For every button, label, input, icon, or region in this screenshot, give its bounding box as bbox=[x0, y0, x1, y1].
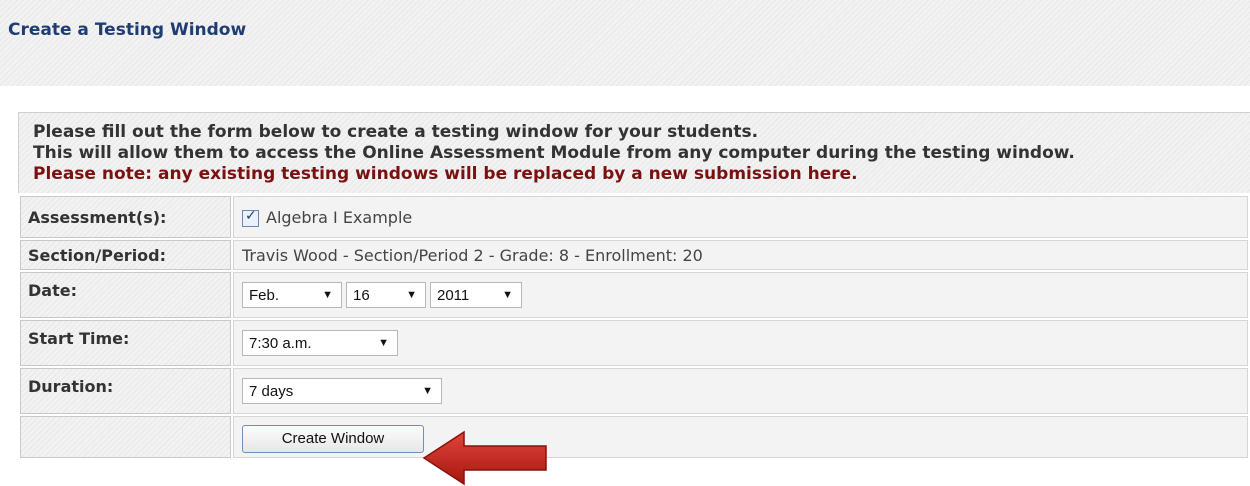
chevron-down-icon: ▼ bbox=[502, 289, 513, 301]
chevron-down-icon: ▼ bbox=[422, 385, 433, 397]
duration-select-value: 7 days bbox=[249, 382, 294, 400]
section-row: Section/Period: Travis Wood - Section/Pe… bbox=[20, 240, 1248, 270]
duration-label: Duration: bbox=[20, 368, 231, 414]
section-label: Section/Period: bbox=[20, 240, 231, 270]
duration-value-cell: 7 days ▼ bbox=[233, 368, 1248, 414]
testing-window-form: Assessment(s): ✓ Algebra I Example Sectio… bbox=[18, 194, 1250, 460]
start-time-select[interactable]: 7:30 a.m. ▼ bbox=[242, 330, 398, 356]
page-header: Create a Testing Window bbox=[0, 0, 1250, 86]
submit-label-cell bbox=[20, 416, 231, 458]
assessment-label: Assessment(s): bbox=[20, 196, 231, 238]
duration-select[interactable]: 7 days ▼ bbox=[242, 378, 442, 404]
year-select-value: 2011 bbox=[437, 286, 470, 304]
assessment-row: Assessment(s): ✓ Algebra I Example bbox=[20, 196, 1248, 238]
date-row: Date: Feb. ▼ 16 ▼ 2011 ▼ bbox=[20, 272, 1248, 318]
date-value-cell: Feb. ▼ 16 ▼ 2011 ▼ bbox=[233, 272, 1248, 318]
checkmark-icon: ✓ bbox=[245, 207, 257, 224]
assessment-option-label[interactable]: Algebra I Example bbox=[266, 208, 412, 227]
section-value: Travis Wood - Section/Period 2 - Grade: … bbox=[233, 240, 1248, 270]
create-window-button[interactable]: Create Window bbox=[242, 425, 424, 453]
submit-row: Create Window bbox=[20, 416, 1248, 458]
replacement-warning: Please note: any existing testing window… bbox=[33, 164, 858, 184]
day-select-value: 16 bbox=[353, 286, 370, 304]
start-time-row: Start Time: 7:30 a.m. ▼ bbox=[20, 320, 1248, 366]
instructions-panel: Please fill out the form below to create… bbox=[18, 112, 1250, 193]
date-label: Date: bbox=[20, 272, 231, 318]
month-select-value: Feb. bbox=[249, 286, 280, 304]
chevron-down-icon: ▼ bbox=[406, 289, 417, 301]
assessment-checkbox[interactable]: ✓ bbox=[242, 207, 259, 227]
instructions-line-2: This will allow them to access the Onlin… bbox=[33, 143, 1075, 163]
start-time-value-cell: 7:30 a.m. ▼ bbox=[233, 320, 1248, 366]
duration-row: Duration: 7 days ▼ bbox=[20, 368, 1248, 414]
month-select[interactable]: Feb. ▼ bbox=[242, 282, 342, 308]
start-time-label: Start Time: bbox=[20, 320, 231, 366]
page-title: Create a Testing Window bbox=[8, 20, 247, 40]
start-time-select-value: 7:30 a.m. bbox=[249, 334, 312, 352]
submit-value-cell: Create Window bbox=[233, 416, 1248, 458]
chevron-down-icon: ▼ bbox=[322, 289, 333, 301]
red-arrow-icon bbox=[422, 430, 547, 486]
day-select[interactable]: 16 ▼ bbox=[346, 282, 426, 308]
assessment-value-cell: ✓ Algebra I Example bbox=[233, 196, 1248, 238]
year-select[interactable]: 2011 ▼ bbox=[430, 282, 522, 308]
chevron-down-icon: ▼ bbox=[378, 337, 389, 349]
instructions-line-1: Please fill out the form below to create… bbox=[33, 122, 759, 142]
